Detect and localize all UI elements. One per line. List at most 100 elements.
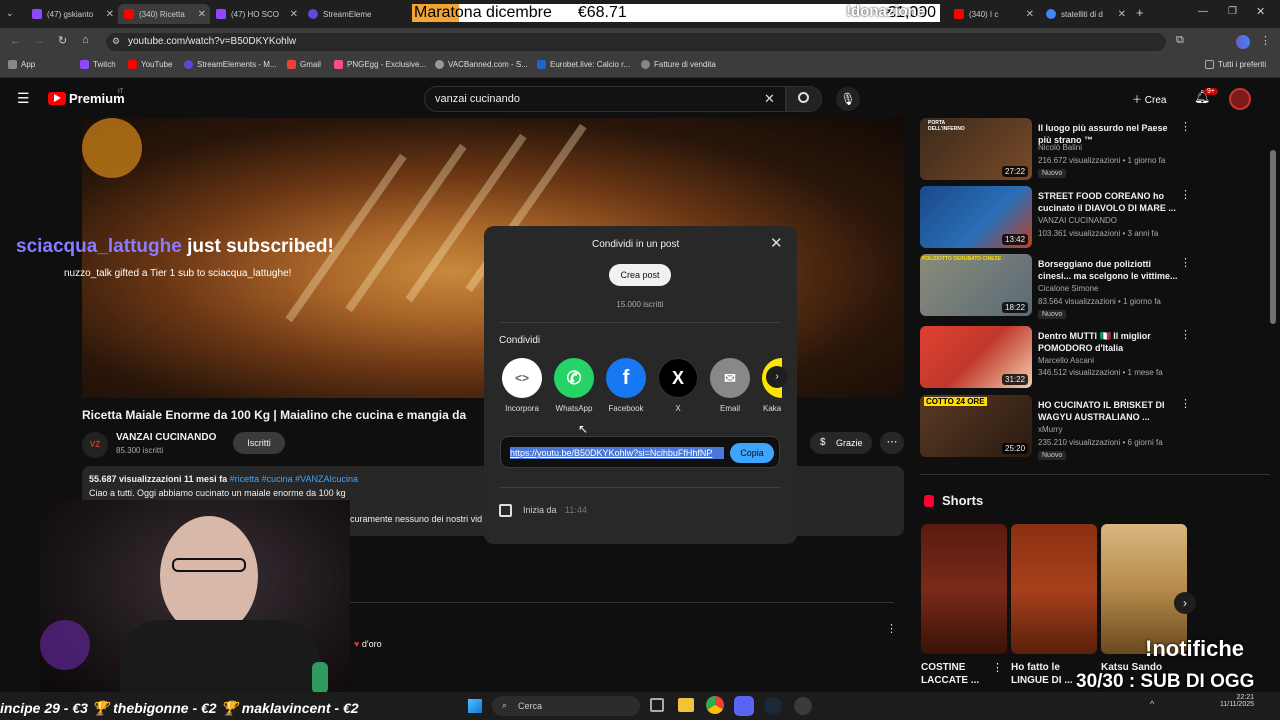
bookmark-item[interactable]: Eurobet.live: Calcio r...	[537, 60, 630, 69]
bookmark-item[interactable]: PNGEgg - Exclusive...	[334, 60, 426, 69]
start-at-checkbox[interactable]	[499, 504, 512, 517]
start-at-time[interactable]: 11:44	[565, 505, 587, 515]
task-view-icon[interactable]	[650, 698, 664, 712]
hamburger-menu-icon[interactable]: ☰	[17, 90, 30, 107]
embed-icon[interactable]: <>	[502, 358, 542, 398]
hashtags[interactable]: #ricetta #cucina #VANZAIcucina	[230, 474, 358, 484]
forward-icon[interactable]: →	[34, 35, 45, 47]
short-thumbnail[interactable]	[1011, 524, 1097, 654]
scrollbar-thumb[interactable]	[1270, 150, 1276, 324]
channel-name[interactable]: VANZAI CUCINANDO	[116, 432, 216, 443]
browser-tab-active[interactable]: (340) Ricetta ✕	[118, 4, 210, 24]
twitch-icon	[32, 9, 42, 19]
minimize-icon[interactable]: —	[1198, 6, 1208, 17]
comment-menu-icon[interactable]: ⋮	[886, 622, 897, 635]
profile-avatar[interactable]	[1236, 35, 1250, 49]
extensions-icon[interactable]: ⧉	[1176, 34, 1184, 47]
short-thumbnail[interactable]	[1101, 524, 1187, 654]
short-thumbnail[interactable]	[921, 524, 1007, 654]
new-badge: Nuovo	[1038, 451, 1067, 460]
maximize-icon[interactable]: ❐	[1228, 6, 1237, 17]
site-info-icon[interactable]: ⚙	[112, 36, 120, 47]
chevron-right-icon[interactable]: ›	[1174, 592, 1196, 614]
comment-text: d'oro	[361, 639, 382, 649]
browser-menu-icon[interactable]: ⋮	[1260, 34, 1271, 47]
chrome-icon[interactable]	[706, 696, 724, 714]
close-dialog-icon[interactable]: ✕	[770, 234, 783, 252]
all-bookmarks[interactable]: Tutti i preferiti	[1205, 60, 1266, 69]
file-explorer-icon[interactable]	[678, 698, 694, 712]
browser-tab[interactable]: statelliti di d ✕	[1040, 4, 1130, 24]
channel-avatar[interactable]: VZ	[82, 432, 108, 458]
video-menu-icon[interactable]: ⋮	[1180, 328, 1191, 341]
clock-date: 11/11/2025	[1220, 701, 1254, 708]
share-heading: Condividi	[499, 335, 541, 346]
browser-tab[interactable]: StreamEleme	[302, 4, 402, 24]
close-icon[interactable]: ✕	[106, 9, 114, 20]
create-post-button[interactable]: Crea post	[609, 264, 671, 286]
bookmark-item[interactable]: VACBanned.com - S...	[435, 60, 528, 69]
related-video[interactable]: 31:22 Dentro MUTTI 🇮🇹 Il miglior POMODOR…	[920, 326, 1270, 390]
short-menu-icon[interactable]: ⋮	[992, 661, 1003, 674]
new-tab-icon[interactable]: +	[1136, 5, 1144, 20]
close-icon[interactable]: ✕	[290, 9, 298, 20]
reload-icon[interactable]: ↻	[58, 34, 67, 47]
youtube-premium-logo[interactable]: Premium	[69, 91, 125, 106]
app-icon[interactable]	[794, 697, 812, 715]
bookmark-item[interactable]: Fatture di vendita	[641, 60, 716, 69]
subscribed-button[interactable]: Iscritti	[233, 432, 285, 454]
email-icon[interactable]: ✉	[710, 358, 750, 398]
discord-icon[interactable]	[734, 696, 754, 716]
chevron-right-icon[interactable]: ›	[766, 366, 788, 388]
twitch-icon	[80, 60, 89, 69]
close-window-icon[interactable]: ✕	[1256, 5, 1265, 18]
thanks-button[interactable]: $ Grazie	[810, 432, 872, 454]
close-icon[interactable]: ✕	[1118, 9, 1126, 20]
share-link-field[interactable]: https://youtu.be/B50DKYKohlw?si=NcihbuFf…	[510, 447, 724, 459]
clear-search-icon[interactable]: ✕	[764, 91, 775, 107]
close-icon[interactable]: ✕	[1026, 9, 1034, 20]
globe-icon	[435, 60, 444, 69]
whatsapp-icon[interactable]: ✆	[554, 358, 594, 398]
account-avatar[interactable]	[1229, 88, 1251, 110]
video-menu-icon[interactable]: ⋮	[1180, 188, 1191, 201]
video-menu-icon[interactable]: ⋮	[1180, 256, 1191, 269]
clock[interactable]: 22:21 11/11/2025	[1200, 694, 1254, 708]
back-icon[interactable]: ←	[10, 35, 21, 47]
facebook-icon[interactable]: f	[606, 358, 646, 398]
steam-icon[interactable]	[764, 697, 782, 715]
related-video[interactable]: POLIZIOTTO DERUBATO CINESE 18:22 Borsegg…	[920, 254, 1270, 319]
related-video[interactable]: COTTO 24 ORE 25:20 HO CUCINATO IL BRISKE…	[920, 395, 1270, 460]
related-video[interactable]: PORTA DELL'INFERNO 27:22 Il luogo più as…	[920, 118, 1270, 182]
search-button[interactable]	[786, 86, 822, 112]
mouse-cursor-icon: ↖	[578, 422, 589, 436]
related-title: HO CUCINATO IL BRISKET DI WAGYU AUSTRALI…	[1038, 400, 1165, 422]
bookmark-item[interactable]: App	[8, 60, 35, 69]
x-icon[interactable]: X	[658, 358, 698, 398]
home-icon[interactable]: ⌂	[82, 34, 89, 46]
video-menu-icon[interactable]: ⋮	[1180, 120, 1191, 133]
video-menu-icon[interactable]: ⋮	[1180, 397, 1191, 410]
bookmark-item[interactable]: Twitch	[80, 60, 116, 69]
bookmark-item[interactable]: Gmail	[287, 60, 321, 69]
browser-tab[interactable]: (47) gskianto ✕	[26, 4, 118, 24]
microphone-icon[interactable]: 🎙︎	[836, 87, 860, 111]
create-button[interactable]: ＋ Crea	[1132, 91, 1166, 106]
close-icon[interactable]: ✕	[198, 9, 206, 20]
bookmark-item[interactable]: YouTube	[128, 60, 172, 69]
url-field[interactable]: youtube.com/watch?v=B50DKYKohlw	[106, 33, 1166, 51]
bookmark-label: Gmail	[300, 60, 321, 69]
copy-button[interactable]: Copia	[730, 443, 774, 463]
related-video[interactable]: 13:42 STREET FOOD COREANO ho cucinato il…	[920, 186, 1270, 250]
bookmark-label: YouTube	[141, 60, 173, 69]
more-actions-icon[interactable]: ⋯	[880, 432, 904, 454]
bookmark-item[interactable]: StreamElements - M...	[184, 60, 277, 69]
video-frame-detail	[82, 118, 142, 178]
browser-tab[interactable]: (47) HO SCO ✕	[210, 4, 302, 24]
tray-chevron-icon[interactable]: ^	[1150, 699, 1154, 709]
browser-tab[interactable]: (340) I c ✕	[948, 4, 1038, 24]
share-label-x: X	[675, 404, 681, 413]
search-input[interactable]: vanzai cucinando	[424, 86, 786, 112]
related-title: STREET FOOD COREANO ho cucinato il DIAVO…	[1038, 191, 1176, 213]
tab-search-icon[interactable]: ⌄	[6, 8, 14, 19]
